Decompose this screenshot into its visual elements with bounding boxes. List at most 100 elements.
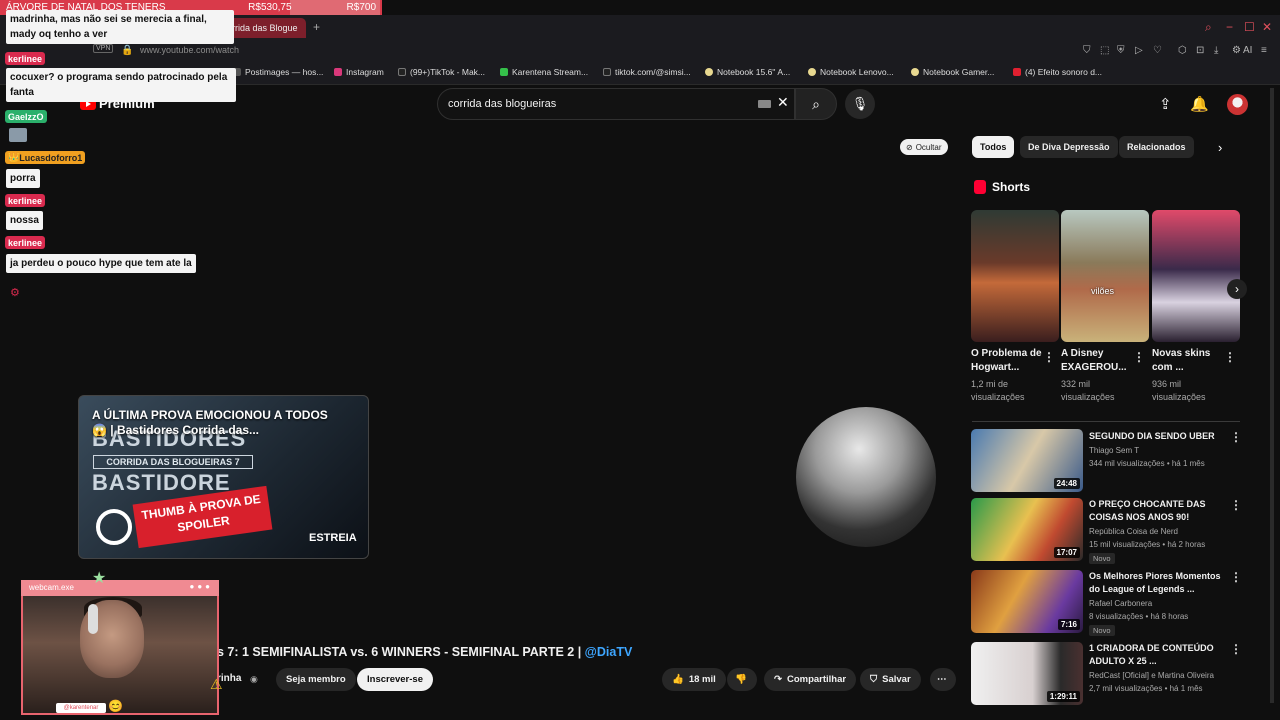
like-button[interactable]: 👍 18 mil [662, 668, 726, 691]
video-thumbnail[interactable]: 17:07 [971, 498, 1083, 561]
menu-icon[interactable]: ≡ [1261, 45, 1267, 56]
video-duration: 17:07 [1053, 547, 1080, 558]
maximize-icon[interactable]: ☐ [1244, 20, 1255, 34]
star-icon: ★ [92, 570, 107, 587]
short-title[interactable]: A Disney EXAGEROU... [1061, 347, 1133, 375]
short-thumbnail-2[interactable]: vilões [1061, 210, 1149, 342]
share-button[interactable]: ↷ Compartilhar [764, 668, 857, 691]
short-title[interactable]: O Problema de Hogwart... [971, 347, 1043, 375]
bookmark-notebook-15[interactable]: Notebook 15.6'' A... [705, 67, 790, 77]
wallet-icon[interactable]: ⊡ [1196, 45, 1204, 56]
voice-search-button[interactable]: 🎙 [845, 89, 875, 119]
new-tab-button[interactable]: + [313, 20, 320, 34]
short-thumbnail-3[interactable] [1152, 210, 1240, 342]
short-overlay-text: vilões [1091, 286, 1115, 296]
chip-todos[interactable]: Todos [972, 136, 1015, 158]
chevron-right-icon: › [1235, 282, 1239, 296]
bookmark-tiktok-simsi[interactable]: tiktok.com/@simsi... [603, 67, 691, 77]
chip-de-diva-depressao[interactable]: De Diva Depressão [1020, 136, 1118, 158]
bookmark-karentena[interactable]: Karentena Stream... [500, 67, 588, 77]
video-title[interactable]: O PREÇO CHOCANTE DAS COISAS NOS ANOS 90! [1089, 498, 1229, 524]
search-icon: ⌕ [812, 95, 820, 112]
keyboard-icon[interactable] [758, 100, 771, 108]
bookmark-efeito-sonoro[interactable]: (4) Efeito sonoro d... [1013, 67, 1102, 77]
chevron-right-icon[interactable]: › [1218, 140, 1222, 155]
avatar[interactable] [1227, 94, 1248, 115]
notifications-bell-icon[interactable]: 🔔 [1190, 95, 1209, 113]
url-field[interactable]: www.youtube.com/watch [140, 45, 239, 55]
shorts-icon [974, 180, 986, 194]
gear-icon[interactable]: ⚙ [10, 286, 20, 299]
more-actions-button[interactable]: ⋯ [930, 668, 956, 691]
upload-icon[interactable]: ⇪ [1159, 95, 1172, 113]
hide-chat-button[interactable]: ⊘ Ocultar [900, 139, 948, 155]
heart-icon[interactable]: ♡ [1153, 45, 1162, 56]
bookmark-instagram[interactable]: Instagram [334, 67, 384, 77]
search-input[interactable]: corrida das blogueiras [437, 88, 795, 120]
chat-message: nossa [6, 211, 43, 230]
channel-name[interactable]: Thiago Sem T [1089, 445, 1229, 457]
video-thumbnail[interactable]: 7:16 [971, 570, 1083, 633]
ai-button[interactable]: AI [1243, 45, 1252, 56]
video-title[interactable]: 1 CRIADORA DE CONTEÚDO ADULTO X 25 ... [1089, 642, 1229, 668]
video-thumbnail[interactable]: 1:29:11 [971, 642, 1083, 705]
bookmark-tiktok[interactable]: (99+)TikTok - Mak... [398, 67, 485, 77]
extensions-icon[interactable]: ⬡ [1178, 45, 1187, 56]
search-icon[interactable]: ⌕ [1205, 20, 1212, 35]
dislike-button[interactable]: 👎 [727, 668, 757, 691]
settings-icon[interactable]: ⚙ [1232, 45, 1241, 56]
smile-icon: 😊 [108, 699, 123, 713]
short-title[interactable]: Novas skins com ... [1152, 347, 1224, 375]
short-views: 936 mil visualizações [1152, 379, 1206, 402]
more-options-icon[interactable]: ⋮ [1224, 350, 1236, 364]
more-options-icon[interactable]: ⋮ [1043, 350, 1055, 364]
search-button[interactable]: ⌕ [795, 88, 837, 120]
join-button[interactable]: Seja membro [276, 668, 356, 691]
more-options-icon[interactable]: ⋮ [1230, 498, 1242, 512]
bookmark-notebook-gamer[interactable]: Notebook Gamer... [911, 67, 994, 77]
video-thumbnail[interactable]: 24:48 [971, 429, 1083, 492]
more-options-icon[interactable]: ⋮ [1230, 642, 1242, 656]
play-icon[interactable]: ▷ [1135, 45, 1143, 56]
channel-name[interactable]: RedCast [Oficial] e Martina Oliveira [1089, 670, 1229, 682]
video-title[interactable]: SEGUNDO DIA SENDO UBER [1089, 430, 1229, 443]
bookmark-notebook-lenovo[interactable]: Notebook Lenovo... [808, 67, 894, 77]
eye-off-icon: ⊘ [906, 142, 913, 152]
subscribe-button[interactable]: Inscrever-se [357, 668, 433, 691]
save-button[interactable]: ⛉ Salvar [860, 668, 921, 691]
video-duration: 24:48 [1053, 478, 1080, 489]
webcam-title-bar: webcam.exe ●●● [21, 580, 219, 596]
minimize-icon[interactable]: − [1226, 20, 1233, 34]
shorts-next-button[interactable]: › [1227, 279, 1247, 299]
hashtag-link[interactable]: @DiaTV [585, 645, 633, 659]
download-icon[interactable]: ⤓ [1214, 45, 1218, 56]
chat-username: kerlinee [5, 194, 46, 207]
divider [972, 421, 1240, 422]
vpn-badge[interactable]: VPN [93, 44, 114, 53]
thumbs-down-icon: 👎 [735, 674, 747, 685]
clear-search-icon[interactable]: ✕ [777, 94, 789, 111]
close-icon[interactable]: ✕ [1262, 20, 1272, 34]
more-options-icon[interactable]: ⋮ [1230, 430, 1242, 444]
more-options-icon[interactable]: ⋮ [1133, 350, 1145, 364]
more-options-icon[interactable]: ⋮ [1230, 570, 1242, 584]
chip-relacionados[interactable]: Relacionados [1119, 136, 1194, 158]
channel-avatar-large[interactable] [796, 407, 936, 547]
tab-active[interactable]: rrida das Blogue [226, 18, 306, 38]
channel-logo-icon [96, 509, 132, 545]
bookmark-postimages[interactable]: Postimages — hos... [233, 67, 323, 77]
chat-username: kerlinee [5, 52, 46, 65]
channel-name[interactable]: República Coisa de Nerd [1089, 526, 1229, 538]
chat-username: 👑 Lucasdoforro1 [5, 151, 86, 164]
short-thumbnail-1[interactable] [971, 210, 1059, 342]
channel-name[interactable]: Rafael Carbonera [1089, 598, 1229, 610]
video-card-title: A ÚLTIMA PROVA EMOCIONOU A TODOS 😱 | Bas… [92, 408, 328, 437]
chat-username: kerlinee [5, 236, 46, 249]
video-title[interactable]: Os Melhores Piores Momentos do League of… [1089, 570, 1229, 596]
goal-target: R$700 [346, 2, 376, 13]
screenshot-icon[interactable]: ⬚ [1100, 45, 1109, 56]
bookmark-icon[interactable]: ⛉ [1083, 45, 1091, 56]
scrollbar[interactable] [1270, 88, 1274, 703]
shield-icon[interactable]: ⛨ [1117, 45, 1125, 56]
bookmark-icon: ⛉ [870, 674, 878, 685]
